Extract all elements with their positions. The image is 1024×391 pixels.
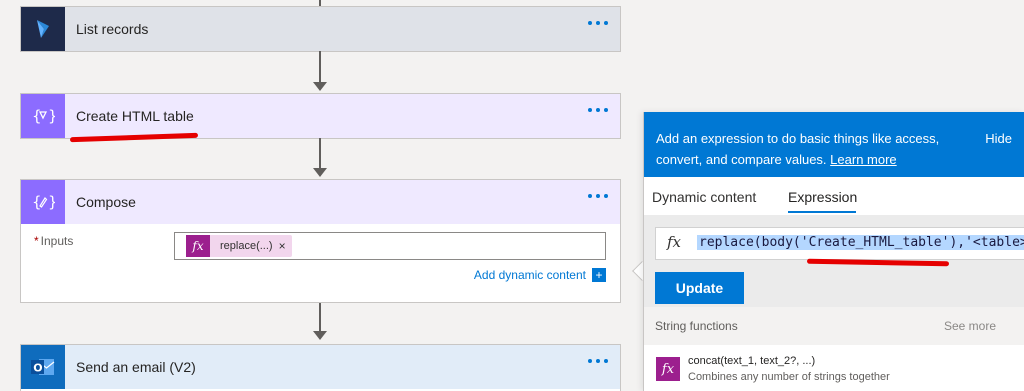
card-title: Create HTML table — [76, 108, 194, 124]
arrow-down-icon — [313, 168, 327, 177]
plus-icon: + — [592, 268, 606, 282]
fx-icon: fx — [667, 233, 682, 251]
function-name: concat(text_1, text_2?, ...) — [688, 355, 816, 367]
info-text-line2: convert, and compare values. Learn more — [656, 149, 1024, 170]
more-options-icon[interactable] — [588, 194, 608, 198]
required-marker: * — [34, 234, 39, 248]
action-card-list-records[interactable]: List records — [20, 6, 621, 52]
svg-text:}: } — [48, 193, 55, 211]
action-card-compose[interactable]: {} Compose *Inputs fx replace(...) × Add… — [20, 179, 621, 303]
svg-text:O: O — [33, 362, 42, 375]
update-button[interactable]: Update — [655, 272, 744, 304]
connector-line — [319, 51, 321, 82]
string-functions-header: String functions See more — [644, 307, 1024, 345]
arrow-down-icon — [313, 331, 327, 340]
remove-token-icon[interactable]: × — [279, 239, 286, 253]
connector-line — [319, 303, 321, 331]
add-dynamic-content-link[interactable]: Add dynamic content + — [474, 268, 606, 282]
see-more-link[interactable]: See more — [944, 319, 996, 333]
arrow-down-icon — [313, 82, 327, 91]
hide-button[interactable]: Hide — [985, 128, 1012, 149]
dynamics-icon — [21, 7, 65, 51]
connector-line — [319, 138, 321, 168]
svg-text:{: { — [32, 193, 42, 211]
more-options-icon[interactable] — [588, 108, 608, 112]
data-operation-icon: {} — [21, 94, 65, 138]
inputs-label: * Inputs — [34, 234, 73, 248]
expression-text: replace(body('Create_HTML_table'),'<tabl… — [697, 235, 1024, 250]
learn-more-link[interactable]: Learn more — [830, 152, 896, 167]
compose-icon: {} — [21, 180, 65, 224]
info-text-line2-prefix: convert, and compare values. — [656, 152, 827, 167]
card-title: List records — [76, 21, 149, 37]
inputs-label-text: Inputs — [40, 234, 74, 248]
function-description: Combines any number of strings together — [688, 371, 890, 383]
dynamic-content-panel: Add an expression to do basic things lik… — [643, 112, 1024, 391]
more-options-icon[interactable] — [588, 359, 608, 363]
add-dynamic-content-label: Add dynamic content — [473, 268, 586, 282]
info-text-line1: Add an expression to do basic things lik… — [656, 131, 940, 146]
expression-token[interactable]: fx replace(...) × — [186, 235, 292, 257]
card-title: Compose — [76, 194, 136, 210]
tab-expression[interactable]: Expression — [788, 189, 857, 205]
more-options-icon[interactable] — [588, 21, 608, 25]
fx-icon: fx — [186, 235, 210, 257]
panel-tabs: Dynamic content Expression — [644, 177, 1024, 215]
token-label: replace(...) — [220, 240, 273, 252]
svg-text:}: } — [48, 107, 55, 125]
outlook-icon: O — [21, 345, 65, 389]
expression-input[interactable]: fx replace(body('Create_HTML_table'),'<t… — [655, 227, 1024, 260]
function-item-concat[interactable]: fx concat(text_1, text_2?, ...) Combines… — [644, 353, 1024, 391]
tab-dynamic-content[interactable]: Dynamic content — [652, 189, 756, 205]
active-tab-indicator — [788, 211, 856, 213]
compose-inputs-row: * Inputs fx replace(...) × Add dynamic co… — [21, 224, 620, 300]
section-title: String functions — [655, 319, 738, 333]
action-card-create-html-table[interactable]: {} Create HTML table — [20, 93, 621, 139]
action-card-send-email[interactable]: O Send an email (V2) — [20, 344, 621, 391]
card-title: Send an email (V2) — [76, 359, 196, 375]
fx-icon: fx — [656, 357, 680, 381]
inputs-field[interactable]: fx replace(...) × — [174, 232, 606, 260]
svg-text:{: { — [32, 107, 42, 125]
panel-info-banner: Add an expression to do basic things lik… — [644, 112, 1024, 177]
